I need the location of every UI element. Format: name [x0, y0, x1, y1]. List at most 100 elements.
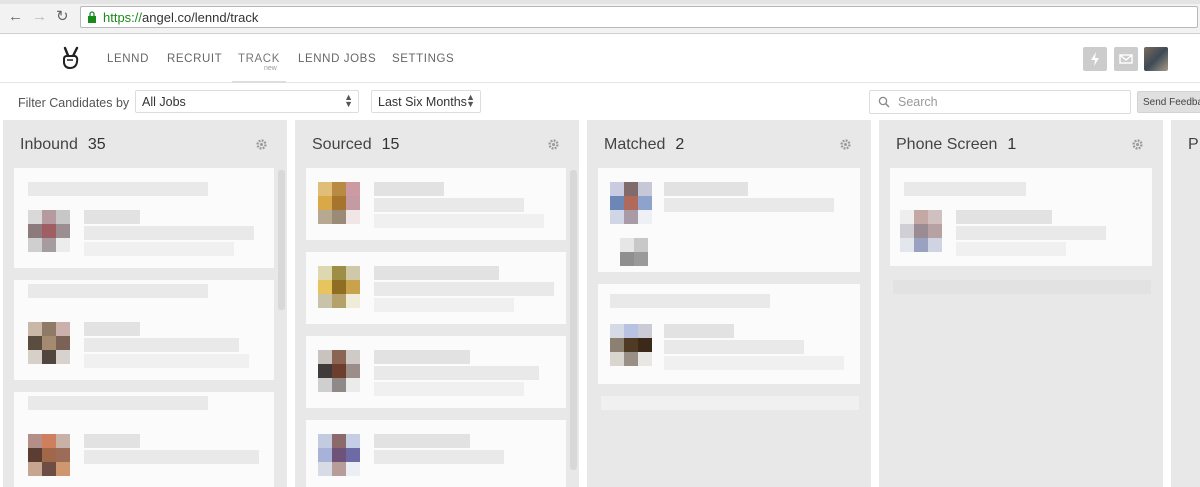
back-arrow-icon[interactable]: ← [8, 9, 23, 25]
column-name: Sourced [312, 136, 372, 153]
browser-toolbar: ← → ↻ https://angel.co/lennd/track [0, 0, 1200, 34]
column-count: 1 [1007, 136, 1017, 153]
blurred-text [601, 396, 859, 410]
nav-recruit[interactable]: RECRUIT [167, 53, 222, 65]
column-partial: P [1171, 120, 1200, 487]
select-arrows-icon: ▲ ▼ [344, 92, 353, 109]
blurred-text [374, 450, 504, 464]
blurred-text [28, 284, 208, 298]
candidate-card[interactable] [598, 284, 860, 384]
nav-lennd-jobs[interactable]: LENND JOBS [298, 53, 376, 65]
nav-lennd[interactable]: LENND [107, 53, 149, 65]
candidate-photo [610, 324, 652, 366]
blurred-text [84, 338, 239, 352]
blurred-text [904, 182, 1026, 196]
time-select[interactable]: Last Six Months ▲ ▼ [371, 90, 481, 113]
search-icon [878, 96, 890, 108]
candidate-photo [318, 434, 360, 476]
blurred-text [84, 210, 140, 224]
blurred-text [374, 282, 554, 296]
candidate-photo [28, 210, 70, 252]
lock-icon [88, 11, 96, 23]
gear-icon[interactable] [839, 138, 852, 151]
candidate-card[interactable] [306, 168, 566, 240]
column-name: Matched [604, 136, 666, 153]
blurred-text [374, 350, 470, 364]
blurred-text [28, 396, 208, 410]
filter-bar: Filter Candidates by All Jobs ▲ ▼ Last Si… [0, 84, 1200, 120]
gear-icon[interactable] [547, 138, 560, 151]
gear-icon[interactable] [255, 138, 268, 151]
job-select[interactable]: All Jobs ▲ ▼ [135, 90, 359, 113]
column-title: Inbound 35 [20, 136, 106, 154]
candidate-photo [318, 182, 360, 224]
candidate-photo [610, 182, 652, 224]
candidate-card[interactable] [306, 420, 566, 487]
mail-button[interactable] [1114, 47, 1138, 71]
column-count: 2 [675, 136, 685, 153]
blurred-text [664, 182, 748, 196]
candidate-card[interactable] [598, 168, 860, 272]
tab-strip [0, 0, 1200, 4]
nav-settings[interactable]: SETTINGS [392, 53, 454, 65]
mail-icon [1119, 54, 1133, 64]
blurred-text [84, 242, 234, 256]
blurred-text [610, 294, 770, 308]
app-nav: LENND RECRUIT TRACK new LENND JOBS SETTIN… [0, 35, 1200, 83]
filter-label: Filter Candidates by [18, 96, 130, 110]
scrollbar[interactable] [570, 170, 577, 470]
column-sourced: Sourced 15 [295, 120, 579, 487]
candidate-photo [318, 266, 360, 308]
lightning-button[interactable] [1083, 47, 1107, 71]
blurred-text [374, 382, 524, 396]
blurred-text [84, 434, 140, 448]
search-box[interactable] [869, 90, 1131, 114]
candidate-photo-small [620, 238, 648, 266]
reload-icon[interactable]: ↻ [56, 9, 69, 25]
column-name: Phone Screen [896, 136, 998, 153]
avatar[interactable] [1144, 47, 1168, 71]
candidate-photo [28, 434, 70, 476]
blurred-text [84, 322, 140, 336]
select-arrows-icon: ▲ ▼ [466, 92, 475, 109]
scrollbar[interactable] [278, 170, 285, 310]
blurred-text [956, 242, 1066, 256]
candidate-card[interactable] [306, 252, 566, 324]
blurred-text [664, 340, 804, 354]
column-matched: Matched 2 [587, 120, 871, 487]
blurred-text [374, 298, 514, 312]
blurred-text [664, 356, 844, 370]
logo-peace-hand-icon[interactable] [58, 45, 84, 71]
column-title: P [1188, 136, 1200, 154]
nav-track-new-badge: new [264, 65, 277, 72]
job-select-value: All Jobs [142, 95, 186, 109]
forward-arrow-icon[interactable]: → [32, 9, 47, 25]
candidate-photo [900, 210, 942, 252]
column-phone-screen: Phone Screen 1 [879, 120, 1163, 487]
column-name: P [1188, 136, 1199, 153]
lightning-icon [1091, 52, 1099, 66]
time-select-value: Last Six Months [378, 95, 467, 109]
candidate-card[interactable] [14, 168, 274, 268]
column-title: Phone Screen 1 [896, 136, 1016, 154]
candidate-card[interactable] [14, 392, 274, 487]
column-count: 15 [381, 136, 400, 153]
blurred-text [374, 182, 444, 196]
candidate-card[interactable] [890, 168, 1152, 266]
column-inbound: Inbound 35 [3, 120, 287, 487]
blurred-text [374, 214, 544, 228]
candidate-card[interactable] [14, 280, 274, 380]
candidate-card[interactable] [306, 336, 566, 408]
address-bar[interactable]: https://angel.co/lennd/track [80, 6, 1198, 28]
candidate-photo [28, 322, 70, 364]
candidate-photo [318, 350, 360, 392]
gear-icon[interactable] [1131, 138, 1144, 151]
nav-track[interactable]: TRACK new [238, 53, 280, 72]
blurred-text [84, 226, 254, 240]
column-count: 35 [87, 136, 106, 153]
send-feedback-button[interactable]: Send Feedback [1137, 91, 1200, 113]
column-name: Inbound [20, 136, 78, 153]
blurred-text [956, 210, 1052, 224]
search-input[interactable] [898, 94, 1123, 110]
url-text: https://angel.co/lennd/track [103, 10, 259, 25]
